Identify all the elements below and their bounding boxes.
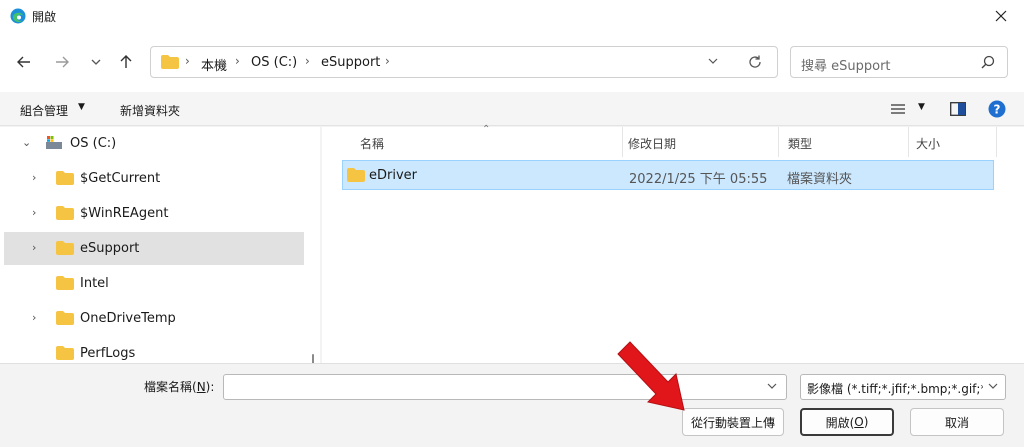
column-header-name[interactable]: 名稱 xyxy=(360,135,384,152)
tree-item-onedrivetemp[interactable]: › OneDriveTemp xyxy=(4,302,304,335)
navigation-pane: ⌄ OS (C:) › $GetCurrent › $WinREAgent › … xyxy=(0,127,320,363)
svg-text:?: ? xyxy=(994,103,1001,117)
sort-ascending-icon: ⌃ xyxy=(482,124,491,135)
drive-icon xyxy=(46,136,62,149)
tree-item-label: eSupport xyxy=(80,241,140,256)
sidebar-scrollbar[interactable] xyxy=(312,354,314,363)
address-dropdown-icon[interactable] xyxy=(707,55,719,67)
filename-input[interactable] xyxy=(223,374,787,400)
address-bar[interactable]: › 本機 › OS (C:) › eSupport › xyxy=(150,46,778,78)
column-divider[interactable] xyxy=(622,127,623,157)
forward-button[interactable] xyxy=(50,50,74,74)
folder-icon xyxy=(56,276,74,290)
file-type-filter-value: 影像檔 (*.tiff;*.jfif;*.bmp;*.gif;* xyxy=(807,382,983,396)
dialog-footer: 檔案名稱(N): 影像檔 (*.tiff;*.jfif;*.bmp;*.gif;… xyxy=(0,363,1024,447)
file-row-edriver[interactable]: eDriver 2022/1/25 下午 05:55 檔案資料夾 xyxy=(342,160,994,190)
chevron-down-icon[interactable]: ⌄ xyxy=(22,136,31,149)
cancel-button[interactable]: 取消 xyxy=(910,408,1004,436)
help-icon[interactable]: ? xyxy=(988,100,1006,118)
folder-icon xyxy=(56,346,74,360)
tree-item-label: PerfLogs xyxy=(80,346,136,361)
search-placeholder: 搜尋 eSupport xyxy=(801,59,891,74)
red-arrow-annotation xyxy=(617,341,685,411)
view-options-icon[interactable] xyxy=(891,103,905,115)
file-name: eDriver xyxy=(369,168,418,183)
search-icon xyxy=(981,55,995,69)
file-list: 名稱 ⌃ 修改日期 類型 大小 eDriver 2022/1/25 下午 05:… xyxy=(322,124,1024,363)
tree-item-intel[interactable]: Intel xyxy=(4,267,304,300)
breadcrumb-separator: › xyxy=(235,54,240,68)
tree-item-getcurrent[interactable]: › $GetCurrent xyxy=(4,162,304,195)
search-box[interactable]: 搜尋 eSupport xyxy=(790,46,1008,78)
tree-item-perflogs[interactable]: PerfLogs xyxy=(4,337,304,363)
arrow-up-icon xyxy=(120,55,132,68)
file-type-filter[interactable]: 影像檔 (*.tiff;*.jfif;*.bmp;*.gif;* xyxy=(800,374,1006,400)
column-header-size[interactable]: 大小 xyxy=(916,135,940,152)
folder-icon xyxy=(347,168,365,182)
refresh-icon[interactable] xyxy=(747,54,763,70)
column-header-type[interactable]: 類型 xyxy=(788,135,812,152)
command-bar: 組合管理 ▼ 新增資料夾 ▼ ? xyxy=(0,92,1024,126)
chevron-right-icon[interactable]: › xyxy=(32,206,36,219)
folder-icon xyxy=(56,241,74,255)
title-bar: 開啟 xyxy=(0,0,1024,32)
edge-browser-icon xyxy=(10,8,26,24)
breadcrumb-separator: › xyxy=(385,54,390,68)
tree-item-label: OS (C:) xyxy=(70,136,117,151)
close-button[interactable] xyxy=(978,0,1024,32)
navigation-bar: › 本機 › OS (C:) › eSupport › 搜尋 eSupport xyxy=(0,32,1024,92)
folder-icon xyxy=(56,206,74,220)
chevron-down-icon[interactable] xyxy=(987,380,999,392)
preview-pane-icon[interactable] xyxy=(950,102,966,116)
folder-icon xyxy=(56,311,74,325)
recent-locations-button[interactable] xyxy=(84,50,108,74)
up-button[interactable] xyxy=(114,50,138,74)
breadcrumb-separator: › xyxy=(305,54,310,68)
column-header-modified[interactable]: 修改日期 xyxy=(628,135,676,152)
new-folder-button[interactable]: 新增資料夾 xyxy=(120,102,180,119)
tree-item-label: $GetCurrent xyxy=(80,171,161,186)
folder-icon xyxy=(161,55,179,69)
chevron-down-icon xyxy=(91,59,101,65)
filename-label: 檔案名稱(N): xyxy=(144,380,215,394)
tree-item-label: OneDriveTemp xyxy=(80,311,176,326)
file-modified: 2022/1/25 下午 05:55 xyxy=(629,172,768,187)
folder-icon xyxy=(56,171,74,185)
arrow-right-icon xyxy=(56,56,69,68)
chevron-right-icon[interactable]: › xyxy=(32,311,36,324)
breadcrumb-os-drive[interactable]: OS (C:) xyxy=(251,55,297,70)
breadcrumb-this-pc[interactable]: 本機 xyxy=(201,55,227,74)
file-type: 檔案資料夾 xyxy=(787,172,853,187)
organize-menu[interactable]: 組合管理 xyxy=(20,102,68,119)
tree-item-label: Intel xyxy=(80,276,109,291)
breadcrumb-separator: › xyxy=(185,54,190,68)
chevron-down-icon[interactable] xyxy=(766,380,778,392)
column-divider[interactable] xyxy=(908,127,909,157)
close-icon xyxy=(995,10,1007,22)
breadcrumb-esupport[interactable]: eSupport xyxy=(321,55,380,70)
column-divider[interactable] xyxy=(996,127,997,157)
tree-item-os-drive[interactable]: ⌄ OS (C:) xyxy=(4,127,304,160)
tree-item-esupport[interactable]: › eSupport xyxy=(4,232,304,265)
caret-down-icon: ▼ xyxy=(78,102,85,112)
chevron-right-icon[interactable]: › xyxy=(32,241,36,254)
caret-down-icon[interactable]: ▼ xyxy=(918,102,925,112)
tree-item-label: $WinREAgent xyxy=(80,206,169,221)
back-button[interactable] xyxy=(12,50,36,74)
chevron-right-icon[interactable]: › xyxy=(32,171,36,184)
column-divider[interactable] xyxy=(778,127,779,157)
tree-item-winreagent[interactable]: › $WinREAgent xyxy=(4,197,304,230)
upload-from-mobile-button[interactable]: 從行動裝置上傳 xyxy=(682,408,784,436)
arrow-left-icon xyxy=(17,56,30,68)
open-button[interactable]: 開啟(O) xyxy=(800,408,894,436)
window-title: 開啟 xyxy=(32,10,57,24)
